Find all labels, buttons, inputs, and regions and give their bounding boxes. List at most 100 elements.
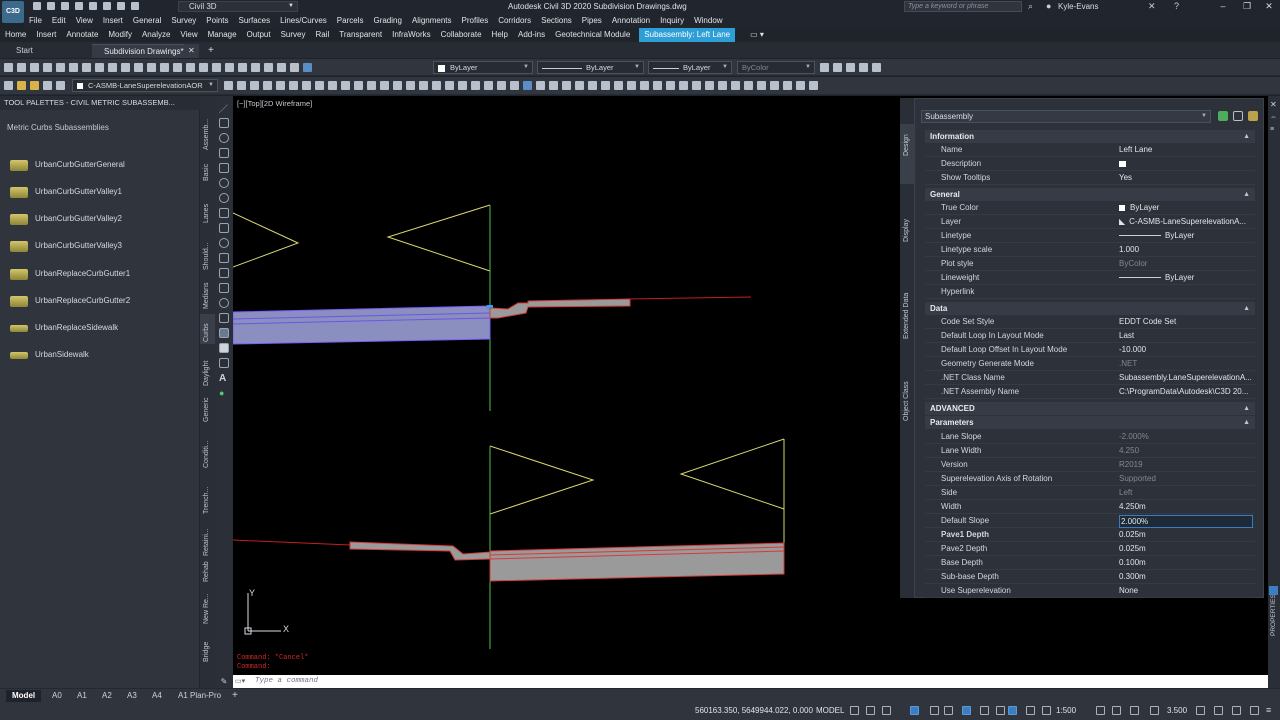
civil-tool-19-icon[interactable] — [744, 81, 753, 90]
vtab-assembly[interactable]: Assemb... — [200, 96, 215, 154]
tab-insert[interactable]: Insert — [31, 28, 61, 42]
layer-tool-5-icon[interactable] — [276, 81, 285, 90]
model-space-toggle[interactable]: MODEL — [816, 706, 844, 715]
ellipse-tool-icon[interactable] — [219, 238, 229, 248]
layer-tool-15-icon[interactable] — [406, 81, 415, 90]
save-file-icon[interactable] — [30, 63, 39, 72]
infer-icon[interactable] — [882, 706, 891, 715]
tab-output[interactable]: Output — [242, 28, 276, 42]
menu-parcels[interactable]: Parcels — [332, 14, 369, 28]
user-icon[interactable]: ● — [1046, 1, 1051, 11]
menu-edit[interactable]: Edit — [47, 14, 71, 28]
civil-tool-8-icon[interactable] — [601, 81, 610, 90]
view-5-icon[interactable] — [872, 63, 881, 72]
design-center-icon[interactable] — [238, 63, 247, 72]
file-tab-drawing[interactable]: Subdivision Drawings* — [92, 44, 196, 58]
revcloud-tool-icon[interactable] — [219, 208, 229, 218]
markup-icon[interactable] — [277, 63, 286, 72]
vtab-bridge[interactable]: Bridge — [200, 634, 215, 664]
tab-infraworks[interactable]: InfraWorks — [387, 28, 436, 42]
exchange-icon[interactable]: ✕ — [1148, 1, 1156, 12]
menu-sections[interactable]: Sections — [536, 14, 577, 28]
app-logo-icon[interactable]: C3D — [2, 1, 24, 23]
prop-row-show-tooltips[interactable]: Show Tooltips Yes — [925, 171, 1255, 185]
prop-row-name[interactable]: Name Left Lane — [925, 143, 1255, 157]
prop-row-net-class[interactable]: .NET Class Name Subassembly.LaneSuperelev… — [925, 371, 1255, 385]
preview-icon[interactable] — [56, 63, 65, 72]
civil-tool-5-icon[interactable] — [562, 81, 571, 90]
lock-ui-icon[interactable] — [1196, 706, 1205, 715]
undo-icon[interactable] — [117, 2, 125, 10]
layer-tool-17-icon[interactable] — [432, 81, 441, 90]
civil-tool-22-icon[interactable] — [783, 81, 792, 90]
layer-dropdown[interactable]: C-ASMB-LaneSuperelevationAOR ▼ — [72, 79, 218, 92]
prop-row-true-color[interactable]: True Color ByLayer — [925, 201, 1255, 215]
vtab-retaining[interactable]: Retaini... — [200, 518, 215, 558]
circle-tool-icon[interactable] — [219, 193, 229, 203]
mtext-tool-icon[interactable]: A — [219, 373, 229, 384]
civil-tool-13-icon[interactable] — [666, 81, 675, 90]
civil-tool-12-icon[interactable] — [653, 81, 662, 90]
civil-tool-7-icon[interactable] — [588, 81, 597, 90]
otrack-icon[interactable] — [980, 706, 989, 715]
polyline-tool-icon[interactable] — [219, 118, 229, 128]
prop-row-subbase-depth[interactable]: Sub-base Depth 0.300m — [925, 570, 1255, 584]
layout-tab-a2[interactable]: A2 — [96, 690, 118, 702]
transparency-icon[interactable] — [1008, 706, 1017, 715]
anno-monitor-icon[interactable] — [1112, 706, 1121, 715]
category-general[interactable]: General ▲ — [925, 188, 1255, 201]
tab-help[interactable]: Help — [487, 28, 513, 42]
layer-tool-2-icon[interactable] — [237, 81, 246, 90]
flag-icon[interactable] — [458, 81, 467, 90]
command-menu-icon[interactable]: ▭▾ — [235, 677, 249, 686]
qnew-icon[interactable] — [4, 63, 13, 72]
tab-subassembly-context[interactable]: Subassembly: Left Lane — [639, 28, 736, 42]
prop-row-default-loop-offset[interactable]: Default Loop Offset In Layout Mode -10.00… — [925, 343, 1255, 357]
ptab-extended-data[interactable]: Extended Data — [900, 283, 914, 343]
command-line[interactable]: ▭▾ Type a command — [233, 675, 1268, 688]
layout-tab-a1[interactable]: A1 — [71, 690, 93, 702]
vtab-shoulders[interactable]: Should... — [200, 236, 215, 272]
layer-tool-3-icon[interactable] — [250, 81, 259, 90]
hardware-accel-icon[interactable] — [1232, 706, 1241, 715]
selection-cycling-icon[interactable] — [1026, 706, 1035, 715]
layer-tool-1-icon[interactable] — [224, 81, 233, 90]
civil-tool-16-icon[interactable] — [705, 81, 714, 90]
match-prop-icon[interactable] — [121, 63, 130, 72]
linetype-dropdown[interactable]: ByLayer ▼ — [537, 61, 644, 74]
units-icon[interactable] — [1130, 706, 1139, 715]
civil-tool-9-icon[interactable] — [614, 81, 623, 90]
prop-row-version[interactable]: Version R2019 — [925, 458, 1255, 472]
prop-row-side[interactable]: Side Left — [925, 486, 1255, 500]
annotation-visibility-icon[interactable] — [1042, 706, 1051, 715]
customization-menu-icon[interactable]: ≡ — [1266, 705, 1271, 715]
layout-tab-model[interactable]: Model — [6, 690, 42, 702]
layer-tool-6-icon[interactable] — [289, 81, 298, 90]
category-data[interactable]: Data ▲ — [925, 302, 1255, 315]
menu-points[interactable]: Points — [201, 14, 233, 28]
open-icon[interactable] — [47, 2, 55, 10]
pointer-2-icon[interactable] — [484, 81, 493, 90]
civil-tool-4-icon[interactable] — [549, 81, 558, 90]
sheet-set-icon[interactable] — [264, 63, 273, 72]
menu-insert[interactable]: Insert — [98, 14, 128, 28]
layout-tab-a0[interactable]: A0 — [46, 690, 68, 702]
zoom-window-icon[interactable] — [199, 63, 208, 72]
line-tool-icon[interactable]: ／ — [219, 102, 229, 114]
insert-block-tool-icon[interactable] — [219, 268, 229, 278]
lock-icon[interactable] — [43, 81, 52, 90]
ptab-display[interactable]: Display — [900, 198, 914, 258]
quick-properties-icon[interactable] — [1150, 706, 1159, 715]
tab-view[interactable]: View — [175, 28, 202, 42]
select-objects-icon[interactable] — [1233, 111, 1243, 121]
layer-tool-11-icon[interactable] — [354, 81, 363, 90]
globe-icon[interactable] — [523, 81, 532, 90]
help-icon[interactable]: ? — [1174, 1, 1179, 11]
tool-palettes-icon[interactable] — [251, 63, 260, 72]
menu-survey[interactable]: Survey — [166, 14, 201, 28]
menu-lines-curves[interactable]: Lines/Curves — [275, 14, 332, 28]
civil-tool-23-icon[interactable] — [796, 81, 805, 90]
make-block-tool-icon[interactable] — [219, 283, 229, 293]
copy-icon[interactable] — [95, 63, 104, 72]
layer-tool-7-icon[interactable] — [302, 81, 311, 90]
